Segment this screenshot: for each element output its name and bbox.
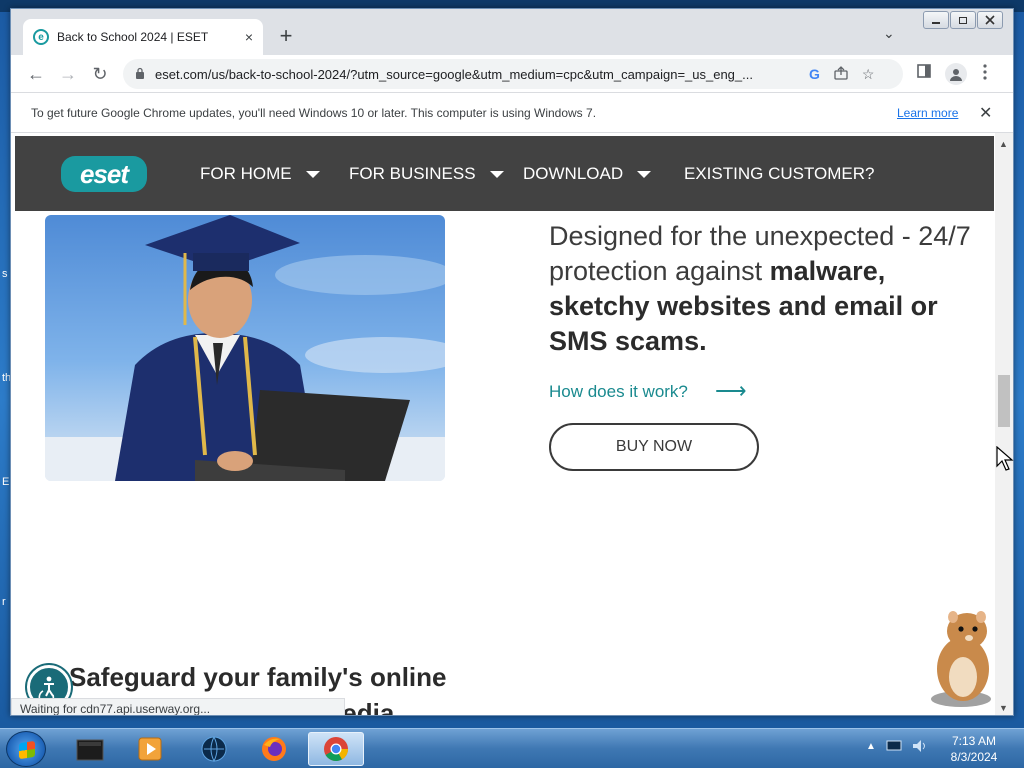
eset-header: eset FOR HOME FOR BUSINESS DOWNLOAD EXIS…: [15, 136, 994, 211]
globe-icon: [201, 736, 227, 763]
buy-now-button[interactable]: BUY NOW: [549, 423, 759, 471]
accessibility-icon: [38, 676, 55, 699]
arrow-right-icon[interactable]: ⟶: [715, 378, 747, 404]
page-scrollbar[interactable]: ▲ ▼: [995, 133, 1013, 715]
windows-logo-icon: [19, 740, 35, 760]
restore-icon: [959, 17, 967, 24]
side-panel-icon[interactable]: [917, 64, 931, 82]
headline-light-text: Designed for the unexpected - 24/7 prote…: [549, 221, 971, 286]
nav-for-business[interactable]: FOR BUSINESS: [349, 164, 504, 184]
profile-avatar-icon[interactable]: [945, 63, 967, 85]
hamster-mascot-image: [923, 603, 995, 715]
scrollbar-thumb[interactable]: [998, 375, 1010, 427]
minimize-icon: [932, 22, 940, 24]
start-button[interactable]: [6, 731, 46, 767]
scroll-up-arrow-icon[interactable]: ▲: [999, 139, 1008, 149]
nav-label: FOR HOME: [200, 164, 292, 183]
restore-button[interactable]: [950, 11, 976, 29]
close-icon: [985, 15, 995, 25]
eset-favicon-icon: e: [33, 29, 49, 45]
back-button[interactable]: ←: [25, 63, 47, 85]
firefox-icon: [262, 737, 286, 761]
windows-taskbar: ▲ 7:13 AM 8/3/2024: [0, 728, 1024, 768]
taskbar-app-firefox[interactable]: [246, 732, 302, 766]
reload-button[interactable]: ↻: [89, 63, 111, 85]
section-heading-line1: Safeguard your family's online: [69, 662, 447, 692]
clock-date: 8/3/2024: [950, 750, 998, 764]
nav-existing-customer[interactable]: EXISTING CUSTOMER?: [684, 164, 875, 184]
caret-down-icon: [637, 171, 652, 179]
eset-logo[interactable]: eset: [61, 156, 147, 192]
clock-time: 7:13 AM: [951, 734, 997, 748]
nav-label: DOWNLOAD: [523, 164, 624, 183]
bookmark-star-icon[interactable]: ☆: [862, 66, 875, 83]
infobar-close-icon[interactable]: ✕: [979, 103, 992, 123]
tab-title: Back to School 2024 | ESET: [57, 30, 209, 44]
google-lens-icon[interactable]: G: [809, 66, 820, 82]
url-text[interactable]: eset.com/us/back-to-school-2024/?utm_sou…: [155, 67, 795, 82]
how-does-it-work-link[interactable]: How does it work?: [549, 382, 688, 402]
update-infobar: To get future Google Chrome updates, you…: [11, 93, 1013, 133]
taskbar-app-chrome[interactable]: [308, 732, 364, 766]
scroll-down-arrow-icon[interactable]: ▼: [999, 703, 1008, 713]
nav-label: FOR BUSINESS: [349, 164, 476, 183]
address-bar[interactable]: eset.com/us/back-to-school-2024/?utm_sou…: [123, 59, 903, 89]
system-tray: ▲: [866, 739, 926, 753]
caret-down-icon: [489, 171, 504, 179]
taskbar-app-media-player[interactable]: [122, 732, 178, 766]
forward-button[interactable]: →: [57, 63, 79, 85]
monitor-icon[interactable]: [886, 740, 902, 752]
tab-search-chevron-icon[interactable]: ⌄: [883, 25, 895, 42]
loading-status-bar: Waiting for cdn77.api.userway.org...: [11, 698, 345, 715]
nav-download[interactable]: DOWNLOAD: [523, 164, 652, 184]
chrome-window: e Back to School 2024 | ESET × + ⌄ ← → ↻…: [10, 8, 1014, 716]
window-controls: [923, 11, 1003, 29]
desktop-icon-label[interactable]: E: [2, 476, 9, 488]
web-page: eset FOR HOME FOR BUSINESS DOWNLOAD EXIS…: [11, 133, 995, 715]
browser-toolbar: ← → ↻ eset.com/us/back-to-school-2024/?u…: [11, 55, 1013, 93]
share-icon[interactable]: [834, 65, 848, 83]
taskbar-app-network[interactable]: [186, 732, 242, 766]
tab-strip: e Back to School 2024 | ESET × + ⌄: [11, 9, 1013, 55]
chrome-menu-icon[interactable]: [983, 64, 987, 84]
mouse-cursor-icon: [996, 445, 1014, 477]
new-tab-button[interactable]: +: [273, 23, 299, 49]
volume-icon[interactable]: [912, 739, 926, 753]
tray-expand-icon[interactable]: ▲: [866, 741, 876, 752]
folder-dark-icon: [76, 739, 104, 761]
graduate-hero-image: [45, 215, 445, 481]
taskbar-app-explorer[interactable]: [62, 732, 118, 766]
learn-more-link[interactable]: Learn more: [897, 106, 958, 120]
minimize-button[interactable]: [923, 11, 949, 29]
tab-eset[interactable]: e Back to School 2024 | ESET ×: [23, 19, 263, 55]
media-player-icon: [138, 737, 162, 761]
infobar-message: To get future Google Chrome updates, you…: [31, 105, 597, 120]
desktop-icon-label[interactable]: s: [2, 268, 8, 280]
hero-headline: Designed for the unexpected - 24/7 prote…: [549, 219, 979, 359]
lock-icon[interactable]: [135, 67, 145, 82]
chrome-icon: [324, 737, 348, 762]
desktop-icon-label[interactable]: r: [2, 596, 6, 608]
system-clock[interactable]: 7:13 AM 8/3/2024: [944, 733, 1004, 765]
tab-close-icon[interactable]: ×: [245, 29, 253, 45]
close-window-button[interactable]: [977, 11, 1003, 29]
nav-for-home[interactable]: FOR HOME: [200, 164, 320, 184]
caret-down-icon: [305, 171, 320, 179]
